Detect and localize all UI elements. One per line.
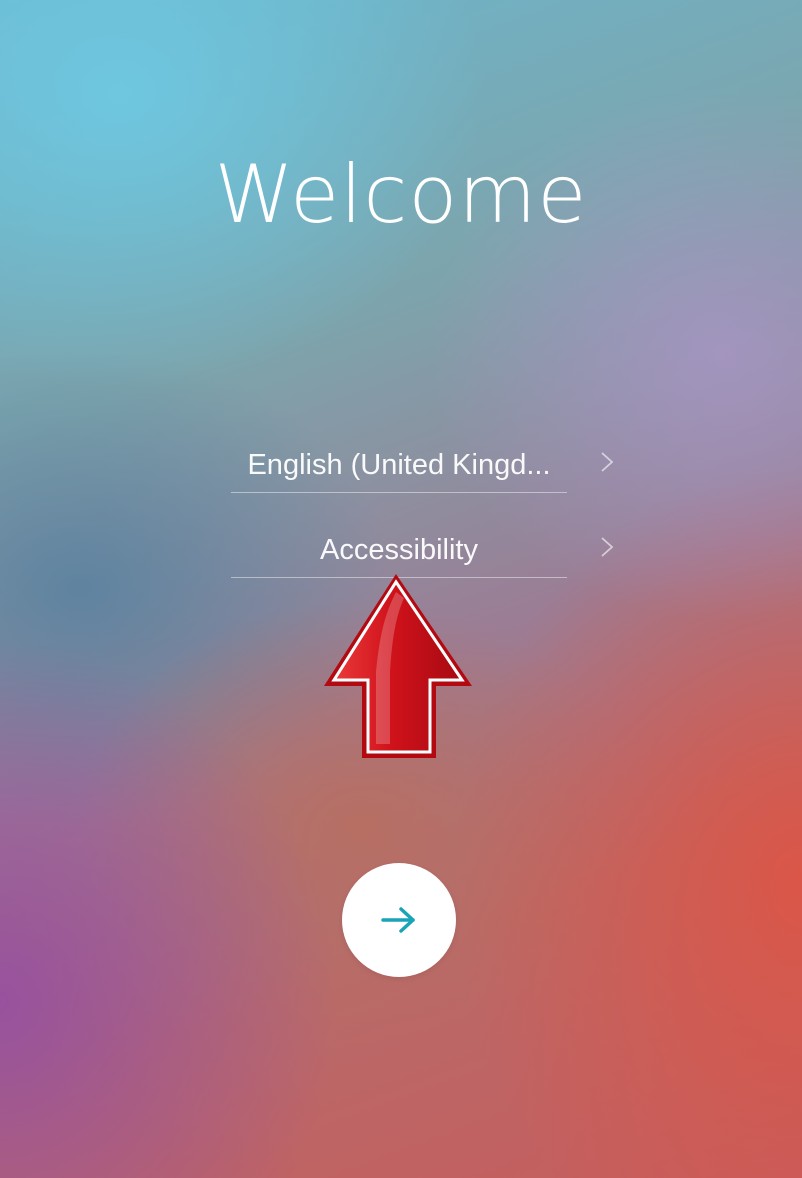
welcome-title: Welcome xyxy=(214,148,588,241)
accessibility-label: Accessibility xyxy=(320,534,478,566)
arrow-right-icon xyxy=(381,907,415,933)
next-button[interactable] xyxy=(342,863,456,977)
red-up-arrow-icon xyxy=(324,574,472,758)
language-selector[interactable]: English (United Kingd... xyxy=(231,432,567,493)
chevron-right-icon xyxy=(601,537,614,557)
chevron-right-icon xyxy=(601,452,614,472)
language-label: English (United Kingd... xyxy=(247,449,551,481)
